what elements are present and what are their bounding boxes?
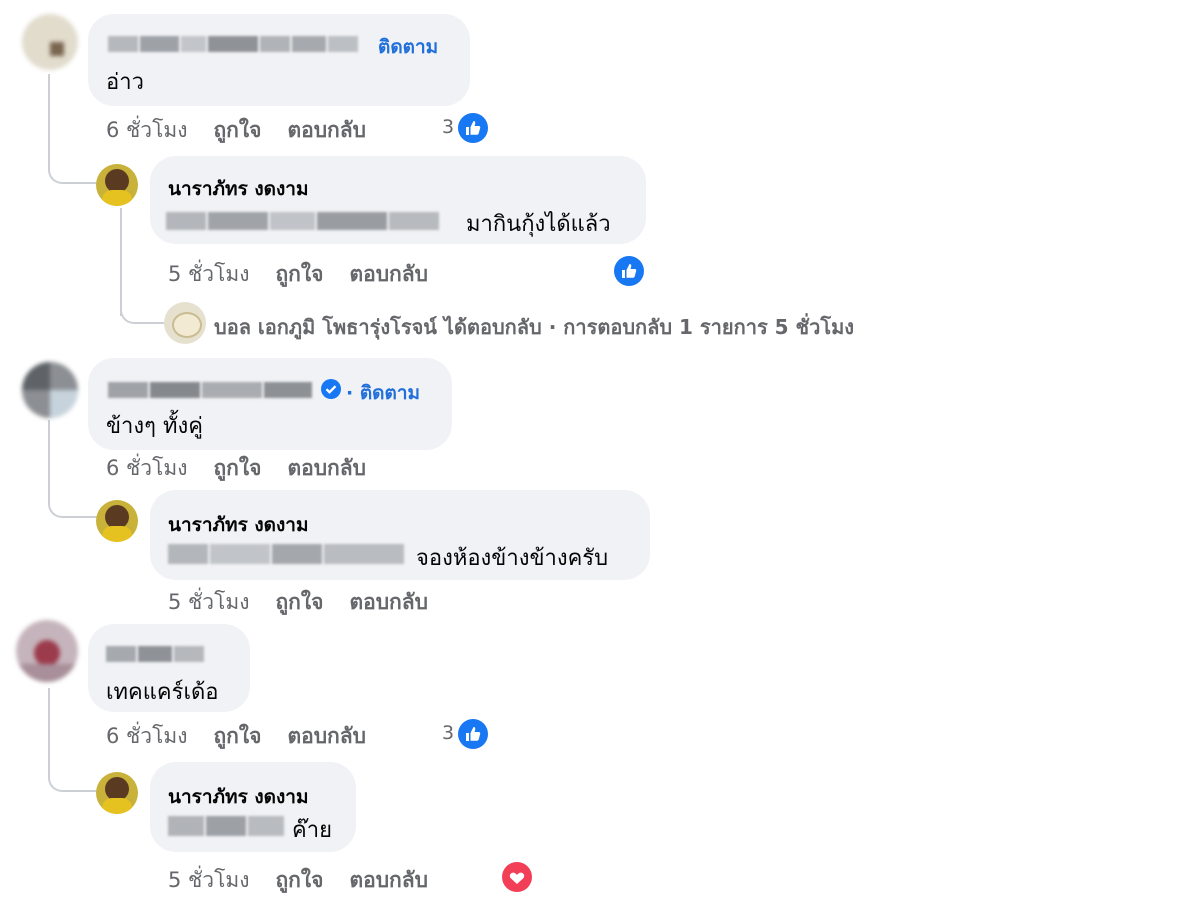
reply-actions: 5 ชั่วโมง ถูกใจ ตอบกลับ [168,864,454,897]
comment-actions: 6 ชั่วโมง ถูกใจ ตอบกลับ [106,452,392,485]
thread-line [120,280,164,324]
like-button[interactable]: ถูกใจ [275,868,323,892]
reply-button[interactable]: ตอบกลับ [349,590,428,614]
reply-text: จองห้องข้างข้างครับ [416,546,609,571]
like-icon[interactable] [612,254,646,288]
reply-avatar[interactable] [96,772,138,814]
comment-bubble: ติดตาม อ่าว [88,14,470,106]
comment-actions: 6 ชั่วโมง ถูกใจ ตอบกลับ [106,114,392,147]
reply-button[interactable]: ตอบกลับ [287,456,366,480]
like-icon[interactable] [456,111,490,145]
reply-button[interactable]: ตอบกลับ [349,868,428,892]
redacted-mention [168,816,286,836]
like-button[interactable]: ถูกใจ [275,262,323,286]
like-button[interactable]: ถูกใจ [213,118,261,142]
reply-actions: 5 ชั่วโมง ถูกใจ ตอบกลับ [168,258,454,291]
reply-author[interactable]: นาราภัทร งดงาม [168,174,309,204]
reaction-count[interactable]: 3 [442,722,454,744]
reply-bubble: นาราภัทร งดงาม มากินกุ้งได้แล้ว [150,156,646,244]
reply-text: มากินกุ้งได้แล้ว [466,212,611,237]
comment-bubble: · ติดตาม ข้างๆ ทั้งคู่ [88,358,452,450]
thread-line [48,688,100,792]
redacted-name [108,36,358,52]
reply-text: ค๊าย [292,818,332,843]
reply-button[interactable]: ตอบกลับ [349,262,428,286]
redacted-mention [168,544,408,564]
redacted-name [108,382,314,398]
like-button[interactable]: ถูกใจ [275,590,323,614]
like-button[interactable]: ถูกใจ [213,456,261,480]
reply-time[interactable]: 5 ชั่วโมง [168,590,249,614]
follow-link[interactable]: ติดตาม [378,32,438,62]
reply-button[interactable]: ตอบกลับ [287,724,366,748]
like-icon[interactable] [456,717,490,751]
reply-time[interactable]: 5 ชั่วโมง [168,262,249,286]
view-more-replies[interactable]: บอล เอกภูมิ โพธารุ่งโรจน์ ได้ตอบกลับ · ก… [214,311,854,343]
reply-avatar[interactable] [96,164,138,206]
comment-text: เทคแคร์เด้อ [106,680,219,705]
reply-author[interactable]: นาราภัทร งดงาม [168,510,309,540]
comment-text: อ่าว [106,70,144,95]
reply-bubble: นาราภัทร งดงาม จองห้องข้างข้างครับ [150,490,650,580]
commenter-avatar[interactable] [22,362,78,418]
redacted-mention [166,212,456,230]
replier-avatar[interactable] [164,302,206,344]
reply-button[interactable]: ตอบกลับ [287,118,366,142]
comment-actions: 6 ชั่วโมง ถูกใจ ตอบกลับ [106,720,392,753]
redacted-name [106,646,206,662]
reply-actions: 5 ชั่วโมง ถูกใจ ตอบกลับ [168,586,454,619]
reply-time[interactable]: 5 ชั่วโมง [168,868,249,892]
comment-time[interactable]: 6 ชั่วโมง [106,724,187,748]
reply-bubble: นาราภัทร งดงาม ค๊าย [150,762,356,852]
commenter-avatar[interactable] [16,620,78,682]
follow-link[interactable]: · ติดตาม [346,378,420,408]
comment-bubble: เทคแคร์เด้อ [88,624,250,712]
reply-avatar[interactable] [96,500,138,542]
comment-text: ข้างๆ ทั้งคู่ [106,414,203,439]
comment-time[interactable]: 6 ชั่วโมง [106,118,187,142]
reply-author[interactable]: นาราภัทร งดงาม [168,782,309,812]
verified-badge-icon [320,378,342,400]
like-button[interactable]: ถูกใจ [213,724,261,748]
reaction-count[interactable]: 3 [442,116,454,138]
love-icon[interactable] [500,860,534,894]
comment-time[interactable]: 6 ชั่วโมง [106,456,187,480]
commenter-avatar[interactable] [22,14,78,70]
